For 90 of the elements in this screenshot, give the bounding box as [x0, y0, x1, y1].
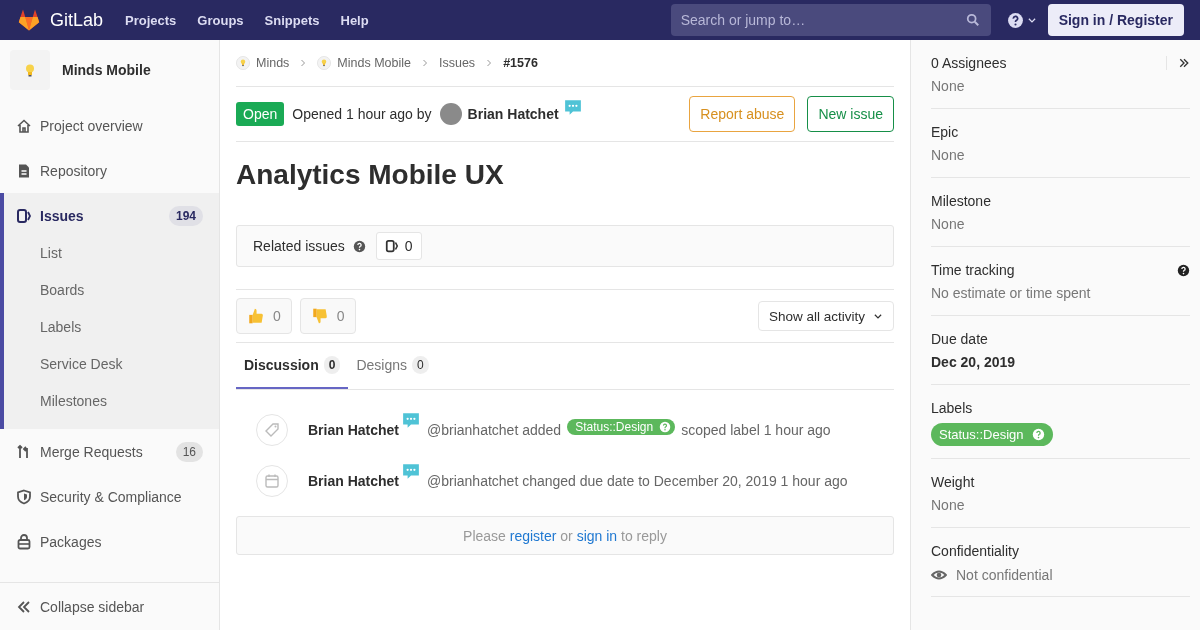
search-icon	[965, 13, 980, 27]
count-badge: 194	[168, 205, 203, 226]
nav-link[interactable]: Projects	[125, 12, 177, 28]
thumbs-down-icon	[310, 307, 329, 325]
sidebar-item[interactable]: Issues 194	[4, 193, 219, 238]
emoji-award-button[interactable]: 0	[299, 298, 356, 334]
issue-title: Analytics Mobile UX	[236, 159, 505, 192]
sign-in-button[interactable]: Sign in / Register	[1047, 4, 1184, 36]
sidebar-block-value: None	[931, 216, 966, 234]
sidebar-subitem[interactable]: Milestones	[4, 386, 219, 423]
help-icon	[659, 421, 672, 433]
sidebar-subitem[interactable]: List	[4, 238, 219, 275]
breadcrumb-link[interactable]: Minds	[256, 56, 290, 70]
due-date-value: Dec 20, 2019	[931, 354, 1017, 372]
nav-link[interactable]: Snippets	[264, 12, 320, 28]
sidebar-item[interactable]: Security & Compliance	[4, 474, 219, 519]
home-icon	[16, 117, 32, 134]
confidentiality-value: Not confidential	[956, 567, 1053, 583]
chat-icon	[401, 412, 422, 430]
breadcrumb-link[interactable]: Minds Mobile	[337, 56, 411, 70]
sidebar-item[interactable]: Merge Requests 16	[4, 429, 219, 474]
chat-icon	[562, 99, 583, 117]
count-badge: 0	[412, 356, 429, 374]
note-text: @brianhatchet changed due date to December 20, 2019 1 hour ago	[427, 472, 848, 489]
tag-icon	[256, 413, 288, 446]
tab[interactable]: Discussion 0	[236, 343, 349, 389]
author-link[interactable]: Brian Hatchet	[308, 421, 400, 438]
note-text: @brianhatchet added	[427, 421, 562, 438]
sidebar-item[interactable]: Repository	[4, 148, 219, 193]
related-issues-label: Related issues	[253, 238, 345, 254]
help-icon	[1031, 428, 1045, 441]
breadcrumb-link[interactable]: #1576	[503, 56, 538, 70]
thumbs-up-icon	[247, 307, 265, 325]
sidebar-block-title: Confidentiality	[931, 543, 1020, 559]
avatar	[439, 103, 462, 125]
sidebar-block-value: No estimate or time spent	[931, 285, 1092, 303]
sidebar-block-title: Milestone	[931, 193, 992, 209]
help-menu-button[interactable]	[1006, 11, 1037, 29]
author-link[interactable]: Brian Hatchet	[308, 472, 400, 489]
tab[interactable]: Designs 0	[348, 343, 437, 389]
breadcrumb-link[interactable]: Issues	[439, 56, 476, 70]
sidebar-subitem[interactable]: Labels	[4, 312, 219, 349]
sidebar-block-title: Labels	[931, 400, 974, 416]
sidebar-subitem[interactable]: Boards	[4, 275, 219, 312]
search-field[interactable]: Search or jump to…	[670, 4, 991, 36]
nav-link[interactable]: Groups	[197, 12, 244, 28]
project-name[interactable]: Minds Mobile	[62, 62, 151, 78]
sidebar-block-title: 0 Assignees	[931, 55, 1008, 71]
new-issue-button[interactable]: New issue	[807, 96, 894, 132]
issue-count-badge: 0	[375, 232, 422, 260]
sidebar-block-title: Due date	[931, 331, 989, 347]
issues-icon	[384, 239, 399, 253]
sign-in-link[interactable]: sign in	[576, 527, 618, 544]
double-chevron-icon	[16, 598, 32, 615]
status-badge: Open	[236, 102, 285, 126]
fox-logo	[16, 8, 42, 32]
sidebar-block-title: Time tracking	[931, 262, 1016, 278]
help-icon	[1006, 11, 1024, 29]
note-text: scoped label 1 hour ago	[681, 421, 831, 438]
activity-filter-dropdown[interactable]: Show all activity	[757, 301, 894, 331]
count-badge: 0	[323, 356, 341, 374]
sidebar-block-value: None	[931, 497, 966, 515]
sidebar-block-title: Epic	[931, 124, 960, 140]
package-icon	[16, 533, 32, 550]
opened-text: Opened 1 hour ago by	[292, 106, 432, 122]
caret-icon	[873, 311, 883, 321]
shield-icon	[16, 488, 32, 505]
double-chevron-icon[interactable]	[1178, 57, 1190, 69]
caret-icon	[1026, 15, 1037, 25]
sign-in-prompt: Please register or sign in to reply	[463, 527, 667, 544]
sidebar-item[interactable]: Project overview	[4, 103, 219, 148]
sidebar-item[interactable]: Packages	[4, 519, 219, 564]
register-link[interactable]: register	[509, 527, 557, 544]
chat-icon	[401, 463, 422, 481]
sidebar-block-value: None	[931, 147, 966, 165]
author-link[interactable]: Brian Hatchet	[467, 106, 559, 122]
brand-name: GitLab	[50, 9, 104, 31]
issues-icon	[16, 207, 32, 224]
sidebar-block-value: None	[931, 78, 966, 96]
nav-link[interactable]: Help	[340, 12, 369, 28]
document-icon	[16, 162, 32, 179]
sidebar-subitem[interactable]: Service Desk	[4, 349, 219, 386]
chevron-icon	[421, 59, 429, 67]
sidebar-block-title: Weight	[931, 474, 976, 490]
calendar-icon	[256, 464, 288, 497]
emoji-award-button[interactable]: 0	[236, 298, 292, 334]
help-icon	[352, 239, 366, 253]
count-badge: 16	[175, 441, 203, 462]
chevron-icon	[485, 59, 494, 67]
chevron-icon	[299, 59, 308, 67]
